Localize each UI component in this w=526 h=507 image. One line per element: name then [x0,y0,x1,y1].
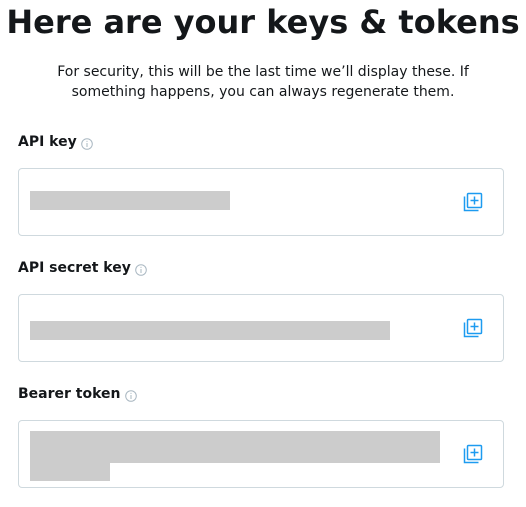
api-secret-key-field [18,294,504,362]
api-secret-key-redacted-value [30,321,390,340]
api-key-field [18,168,504,236]
api-key-label-text: API key [18,134,77,150]
api-key-redacted-value [30,191,230,210]
api-secret-key-label: API secret key [18,259,147,277]
bearer-token-label: Bearer token [18,385,137,403]
info-icon[interactable] [135,263,147,276]
bearer-token-redacted-value [30,431,440,463]
bearer-token-copy-button[interactable] [461,442,485,466]
api-secret-key-copy-button[interactable] [461,316,485,340]
bearer-token-redacted-value-line2 [30,463,110,481]
page-title: Here are your keys & tokens [6,3,520,41]
api-key-label: API key [18,133,93,151]
info-icon[interactable] [124,389,137,402]
copy-icon [463,444,483,464]
api-key-copy-button[interactable] [461,190,485,214]
api-secret-key-label-text: API secret key [18,260,131,276]
copy-icon [463,318,483,338]
bearer-token-label-text: Bearer token [18,386,121,402]
security-notice: For security, this will be the last time… [57,64,469,100]
bearer-token-field [18,420,504,488]
info-icon[interactable] [80,137,93,150]
copy-icon [463,192,483,212]
